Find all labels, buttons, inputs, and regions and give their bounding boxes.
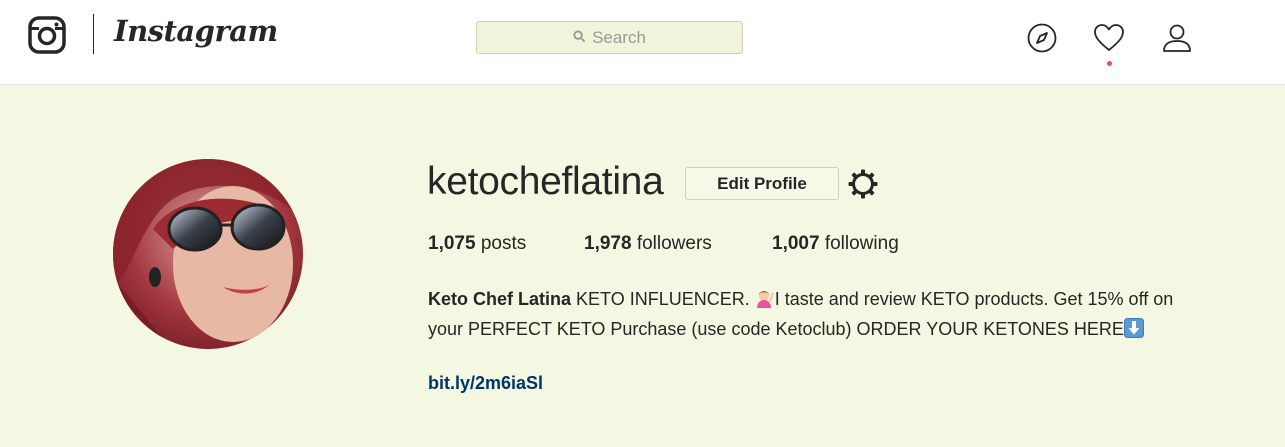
bio-text-part1: KETO INFLUENCER. [571, 289, 755, 309]
instagram-glyph-icon[interactable] [28, 16, 66, 54]
posts-stat[interactable]: 1,075 posts [428, 233, 526, 255]
top-navigation-bar: Instagram Search [0, 0, 1285, 85]
posts-count: 1,075 [428, 233, 476, 254]
followers-count: 1,978 [584, 233, 632, 254]
instagram-wordmark[interactable]: Instagram [114, 14, 278, 48]
profile-website-link[interactable]: bit.ly/2m6iaSl [428, 373, 543, 394]
followers-stat[interactable]: 1,978 followers [584, 233, 712, 255]
logo-divider [93, 14, 94, 54]
search-input[interactable]: Search [476, 21, 743, 54]
edit-profile-button[interactable]: Edit Profile [685, 167, 839, 200]
profile-username: ketocheflatina [427, 160, 664, 203]
notification-dot [1107, 61, 1112, 66]
gear-icon[interactable] [847, 168, 879, 200]
person-icon[interactable] [1161, 22, 1193, 54]
following-stat[interactable]: 1,007 following [772, 233, 899, 255]
search-icon [573, 28, 586, 48]
following-count: 1,007 [772, 233, 820, 254]
profile-full-name: Keto Chef Latina [428, 289, 572, 309]
following-label: following [824, 233, 899, 254]
followers-label: followers [636, 233, 712, 254]
heart-icon[interactable] [1093, 22, 1125, 54]
down-arrow-icon [1123, 317, 1144, 338]
posts-label: posts [480, 233, 527, 254]
profile-bio: Keto Chef Latina KETO INFLUENCER. I tast… [428, 284, 1198, 344]
search-placeholder: Search [592, 27, 646, 47]
compass-icon[interactable] [1026, 22, 1058, 54]
person-raising-hand-icon [755, 287, 775, 308]
profile-avatar[interactable] [113, 159, 303, 349]
